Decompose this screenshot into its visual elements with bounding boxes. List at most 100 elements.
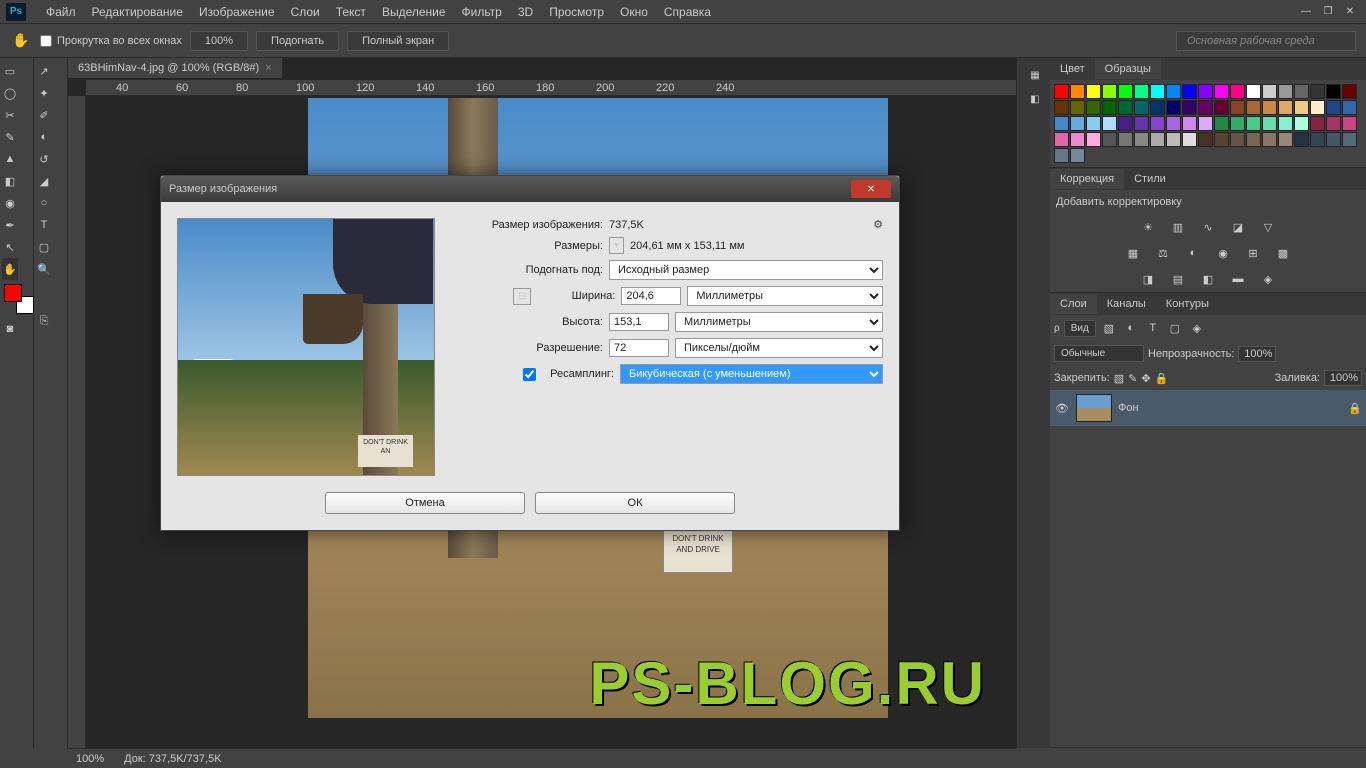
swatch[interactable] — [1070, 84, 1085, 99]
eraser-tool[interactable]: ◧ — [2, 170, 18, 192]
swatch[interactable] — [1262, 116, 1277, 131]
path-tool[interactable]: ↖ — [2, 236, 18, 258]
swatch[interactable] — [1246, 84, 1261, 99]
swatch[interactable] — [1134, 132, 1149, 147]
dialog-close-button[interactable]: ✕ — [851, 180, 891, 198]
swatch[interactable] — [1166, 100, 1181, 115]
swatch[interactable] — [1198, 84, 1213, 99]
close-button[interactable]: ✕ — [1340, 5, 1360, 19]
visibility-icon[interactable]: 👁 — [1054, 402, 1070, 415]
swatch[interactable] — [1278, 100, 1293, 115]
link-icon[interactable]: ⊟ — [513, 288, 531, 305]
selective-icon[interactable]: ◈ — [1259, 270, 1277, 288]
swatch[interactable] — [1294, 100, 1309, 115]
swatch[interactable] — [1230, 100, 1245, 115]
color-swatches[interactable] — [4, 284, 34, 314]
ok-button[interactable]: ОК — [535, 492, 735, 514]
width-input[interactable] — [621, 287, 681, 305]
swatch[interactable] — [1214, 132, 1229, 147]
swatch[interactable] — [1054, 116, 1069, 131]
swatch[interactable] — [1086, 132, 1101, 147]
foreground-color[interactable] — [4, 284, 22, 302]
swatch[interactable] — [1342, 100, 1357, 115]
width-unit-select[interactable]: Миллиметры — [687, 286, 883, 306]
swatch[interactable] — [1182, 116, 1197, 131]
workspace-selector[interactable]: Основная рабочая среда — [1176, 31, 1356, 51]
quickmask-tool[interactable]: ◙ — [2, 318, 18, 340]
invert-icon[interactable]: ◨ — [1139, 270, 1157, 288]
swatch[interactable] — [1262, 132, 1277, 147]
blur-tool[interactable]: ◉ — [2, 192, 18, 214]
swatch[interactable] — [1102, 100, 1117, 115]
swatch[interactable] — [1326, 84, 1341, 99]
swatch[interactable] — [1054, 84, 1069, 99]
posterize-icon[interactable]: ▤ — [1169, 270, 1187, 288]
swatch[interactable] — [1166, 84, 1181, 99]
swatch[interactable] — [1294, 84, 1309, 99]
swatch[interactable] — [1054, 100, 1069, 115]
swatch[interactable] — [1102, 116, 1117, 131]
wand-tool[interactable]: ✦ — [36, 82, 52, 104]
tab-color[interactable]: Цвет — [1050, 59, 1095, 79]
filter-shape-icon[interactable]: ▢ — [1166, 319, 1184, 337]
swatch[interactable] — [1198, 100, 1213, 115]
balance-icon[interactable]: ⚖ — [1154, 244, 1172, 262]
curves-icon[interactable]: ∿ — [1199, 218, 1217, 236]
lock-paint-icon[interactable]: ✎ — [1128, 372, 1137, 385]
swatch[interactable] — [1182, 100, 1197, 115]
cancel-button[interactable]: Отмена — [325, 492, 525, 514]
swatch[interactable] — [1326, 132, 1341, 147]
swatch[interactable] — [1150, 100, 1165, 115]
type-tool[interactable]: T — [36, 214, 52, 236]
swatch[interactable] — [1118, 116, 1133, 131]
stamp-tool[interactable]: ▲ — [2, 148, 18, 170]
opacity-field[interactable]: 100% — [1238, 346, 1276, 362]
menu-select[interactable]: Выделение — [374, 1, 454, 23]
swatch[interactable] — [1198, 116, 1213, 131]
layer-kind-select[interactable]: Вид — [1064, 320, 1096, 337]
tab-channels[interactable]: Каналы — [1097, 294, 1156, 314]
levels-icon[interactable]: ▥ — [1169, 218, 1187, 236]
swatch[interactable] — [1102, 84, 1117, 99]
tab-paths[interactable]: Контуры — [1156, 294, 1219, 314]
menu-3d[interactable]: 3D — [510, 1, 541, 23]
lookup-icon[interactable]: ▩ — [1274, 244, 1292, 262]
swatch[interactable] — [1310, 84, 1325, 99]
filter-type-icon[interactable]: T — [1144, 319, 1162, 337]
swatch[interactable] — [1342, 132, 1357, 147]
resample-checkbox[interactable] — [523, 368, 536, 381]
height-unit-select[interactable]: Миллиметры — [675, 312, 883, 332]
swatches-grid[interactable] — [1050, 80, 1366, 167]
swatch[interactable] — [1262, 100, 1277, 115]
swatch[interactable] — [1134, 84, 1149, 99]
swatch[interactable] — [1294, 132, 1309, 147]
fit-button[interactable]: Подогнать — [256, 31, 339, 51]
styles-dock-icon[interactable]: ◧ — [1021, 88, 1049, 110]
hand-tool[interactable]: ✋ — [2, 258, 18, 280]
marquee-tool[interactable]: ▭ — [2, 60, 18, 82]
menu-edit[interactable]: Редактирование — [84, 1, 191, 23]
swatch[interactable] — [1054, 148, 1069, 163]
swatch[interactable] — [1150, 132, 1165, 147]
swatch[interactable] — [1214, 84, 1229, 99]
hue-icon[interactable]: ▦ — [1124, 244, 1142, 262]
swatch[interactable] — [1086, 116, 1101, 131]
swatch[interactable] — [1070, 116, 1085, 131]
pen-tool[interactable]: ✒ — [2, 214, 18, 236]
dim-toggle[interactable]: ▾ — [609, 237, 624, 254]
tab-styles[interactable]: Стили — [1124, 169, 1176, 189]
swatch[interactable] — [1118, 100, 1133, 115]
crop-tool[interactable]: ✂ — [2, 104, 18, 126]
swatch[interactable] — [1102, 132, 1117, 147]
swatch[interactable] — [1182, 84, 1197, 99]
history-brush-tool[interactable]: ↺ — [36, 148, 52, 170]
menu-image[interactable]: Изображение — [191, 1, 283, 23]
swatch[interactable] — [1086, 84, 1101, 99]
maximize-button[interactable]: ❐ — [1318, 5, 1338, 19]
menu-file[interactable]: Файл — [38, 1, 84, 23]
document-tab[interactable]: 63BHimNav-4.jpg @ 100% (RGB/8#) × — [68, 58, 283, 78]
swatch[interactable] — [1342, 116, 1357, 131]
swatch[interactable] — [1326, 116, 1341, 131]
move-tool[interactable]: ↗ — [36, 60, 52, 82]
lock-move-icon[interactable]: ✥ — [1141, 372, 1150, 385]
